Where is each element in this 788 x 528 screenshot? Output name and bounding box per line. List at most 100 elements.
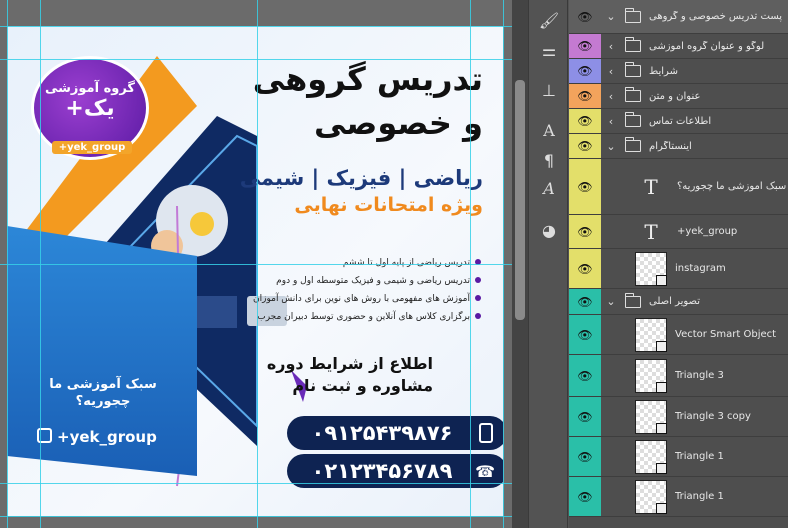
visibility-eye-icon[interactable]: 👁	[569, 355, 601, 396]
smart-object-badge-icon	[656, 340, 667, 352]
guide-line	[0, 483, 512, 484]
badge-tag: +yek_group	[52, 141, 132, 154]
visibility-eye-icon[interactable]: 👁	[569, 109, 601, 133]
layer-thumbnail	[635, 251, 667, 286]
visibility-eye-icon[interactable]: 👁	[569, 159, 601, 214]
poster-artboard: گروه آموزشی +یک +yek_group تدریس گروهی و…	[7, 26, 503, 516]
folder-icon	[625, 292, 641, 308]
glyphs-A-icon[interactable]: A	[537, 176, 561, 200]
3d-sphere-icon[interactable]: ◕	[537, 218, 561, 242]
visibility-eye-icon[interactable]: 👁	[569, 315, 601, 354]
chevron-left-icon[interactable]: ‹	[601, 90, 621, 103]
layer-row[interactable]: 👁 ⌄ پست تدریس خصوصی و گروهی	[569, 0, 788, 34]
folder-icon	[625, 87, 641, 102]
layer-name: Triangle 3	[675, 370, 724, 381]
layer-name: شرایط	[649, 65, 678, 77]
chevron-down-icon[interactable]: ⌄	[601, 10, 621, 23]
visibility-eye-icon[interactable]: 👁	[569, 289, 601, 314]
layer-row[interactable]: 👁 Triangle 1	[569, 437, 788, 477]
chevron-left-icon[interactable]: ‹	[601, 115, 621, 128]
layer-row[interactable]: 👁 ⌄ تصویر اصلی	[569, 289, 788, 315]
bullet-item: تدریس ریاضی و شیمی و فیزیک متوسطه اول و …	[276, 276, 481, 286]
telephone-icon: ☎	[475, 462, 497, 481]
visibility-eye-icon[interactable]: 👁	[569, 0, 601, 33]
layer-row[interactable]: 👁 T +yek_group	[569, 215, 788, 249]
bullet-item: آموزش های مفهومی با روش های نوین برای دا…	[253, 294, 481, 304]
visibility-eye-icon[interactable]: 👁	[569, 249, 601, 288]
layer-name: لوگو و عنوان گروه آموزشی	[649, 40, 765, 52]
bullet-item: برگزاری کلاس های آنلاین و حضوری توسط دبی…	[257, 312, 481, 322]
guide-line	[0, 264, 512, 265]
layer-name: اینستاگرام	[649, 140, 692, 152]
brush-icon[interactable]: 🖌	[537, 8, 561, 32]
folder-icon	[625, 62, 641, 77]
visibility-eye-icon[interactable]: 👁	[569, 437, 601, 476]
clone-stamp-icon[interactable]: ⊥	[537, 78, 561, 102]
visibility-eye-icon[interactable]: 👁	[569, 477, 601, 516]
subjects-line: ریاضی | فیزیک | شیمی	[239, 166, 483, 190]
cta-line-2: مشاوره و ثبت نام	[292, 376, 433, 395]
layer-row[interactable]: 👁 Vector Smart Object	[569, 315, 788, 355]
folder-icon	[625, 37, 641, 52]
layer-row[interactable]: 👁 ‹ اطلاعات تماس	[569, 109, 788, 134]
layer-name: instagram	[675, 263, 726, 274]
canvas-vertical-scrollbar[interactable]	[512, 0, 528, 528]
headline-line-2: و خصوصی	[314, 104, 483, 142]
guide-line	[0, 516, 512, 517]
layer-name: Vector Smart Object	[675, 329, 777, 340]
layer-name: عنوان و متن	[649, 90, 701, 102]
layer-thumbnail	[635, 399, 667, 434]
layer-row[interactable]: 👁 Triangle 1	[569, 477, 788, 517]
smart-object-badge-icon	[656, 381, 667, 393]
side-question-text: سبک آموزشی ما چجوریه؟	[49, 377, 157, 409]
layer-row[interactable]: 👁 Triangle 3	[569, 355, 788, 397]
subtitle-line: ویژه امتحانات نهایی	[294, 194, 483, 216]
chevron-left-icon[interactable]: ‹	[601, 40, 621, 53]
layer-row[interactable]: 👁 ‹ عنوان و متن	[569, 84, 788, 109]
folder-icon	[625, 7, 641, 23]
layer-thumbnail	[635, 439, 667, 474]
layer-row[interactable]: 👁 ‹ شرایط	[569, 59, 788, 84]
text-layer-icon: T	[644, 219, 658, 244]
layer-thumbnail	[635, 479, 667, 514]
landline-number: ۰۲۱۲۳۴۵۶۷۸۹	[311, 459, 453, 483]
layer-row[interactable]: 👁 ⌄ اینستاگرام	[569, 134, 788, 159]
layer-row[interactable]: 👁 instagram	[569, 249, 788, 289]
layer-row[interactable]: 👁 Triangle 3 copy	[569, 397, 788, 437]
visibility-eye-icon[interactable]: 👁	[569, 34, 601, 58]
layer-row[interactable]: 👁 T سبک آموزشی ما چجوریه؟	[569, 159, 788, 215]
visibility-eye-icon[interactable]: 👁	[569, 397, 601, 436]
mobile-number: ۰۹۱۲۵۴۳۹۸۷۶	[311, 421, 453, 445]
bullet-item: تدریس ریاضی از پایه اول تا ششم	[343, 258, 481, 268]
adjust-icon[interactable]: ⚌	[537, 38, 561, 62]
instagram-handle: +yek_group	[37, 428, 157, 446]
layer-name: Triangle 1	[675, 491, 724, 502]
group-logo-badge: گروه آموزشی +یک +yek_group	[31, 56, 149, 160]
badge-brand: +یک	[65, 96, 115, 121]
visibility-eye-icon[interactable]: 👁	[569, 84, 601, 108]
guide-line	[0, 26, 512, 27]
document-canvas[interactable]: گروه آموزشی +یک +yek_group تدریس گروهی و…	[0, 0, 512, 528]
chevron-down-icon[interactable]: ⌄	[601, 295, 621, 308]
guide-line	[0, 59, 512, 60]
paragraph-A-icon[interactable]: A	[537, 118, 561, 142]
layer-row[interactable]: 👁 ‹ لوگو و عنوان گروه آموزشی	[569, 34, 788, 59]
smart-object-badge-icon	[656, 462, 667, 474]
layer-name: سبک آموزشی ما چجوریه؟	[677, 181, 787, 192]
mobile-phone-icon	[479, 423, 493, 443]
layer-name: +yek_group	[677, 226, 738, 237]
visibility-eye-icon[interactable]: 👁	[569, 215, 601, 248]
badge-title: گروه آموزشی	[44, 81, 135, 96]
panel-icons-strip: 🖌 ⚌ ⊥ A ¶ A ◕	[528, 0, 568, 528]
layer-name: اطلاعات تماس	[649, 115, 712, 127]
visibility-eye-icon[interactable]: 👁	[569, 59, 601, 83]
folder-icon	[625, 137, 641, 152]
smart-object-badge-icon	[656, 502, 667, 514]
cta-line-1: اطلاع از شرایط دوره	[266, 354, 433, 373]
chevron-left-icon[interactable]: ‹	[601, 65, 621, 78]
layer-thumbnail	[635, 317, 667, 352]
pilcrow-icon[interactable]: ¶	[537, 148, 561, 172]
chevron-down-icon[interactable]: ⌄	[601, 140, 621, 153]
scrollbar-thumb[interactable]	[515, 80, 525, 320]
visibility-eye-icon[interactable]: 👁	[569, 134, 601, 158]
